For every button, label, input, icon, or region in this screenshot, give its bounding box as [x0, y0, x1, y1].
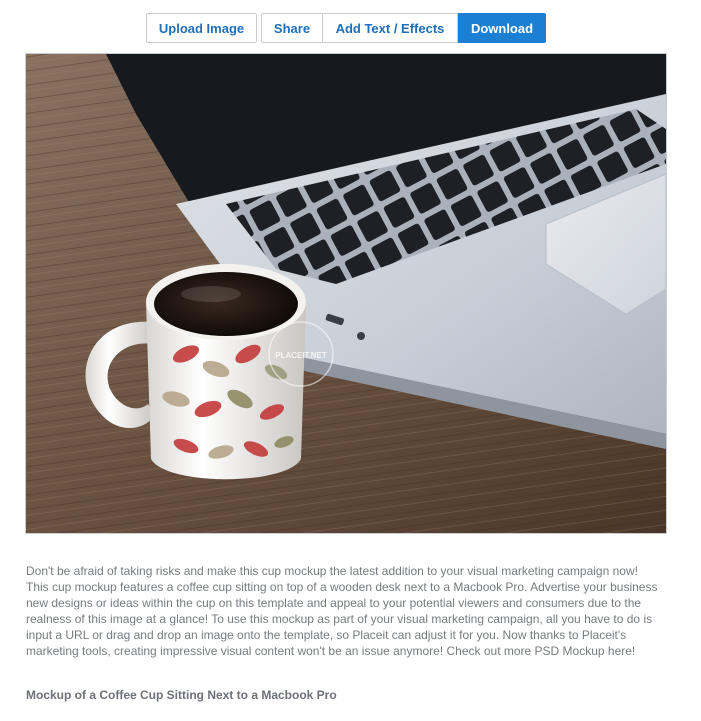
add-text-effects-button[interactable]: Add Text / Effects — [323, 13, 458, 43]
download-button[interactable]: Download — [458, 13, 546, 43]
watermark-text: PLACEIT.NET — [275, 351, 327, 360]
mockup-page: Upload Image Share Add Text / Effects Do… — [0, 0, 701, 721]
share-button[interactable]: Share — [261, 13, 323, 43]
toolbar: Upload Image Share Add Text / Effects Do… — [146, 13, 546, 43]
mockup-description: Don't be afraid of taking risks and make… — [26, 564, 658, 658]
coffee-cup-laptop-photo: PLACEIT.NET — [26, 54, 666, 533]
upload-image-button[interactable]: Upload Image — [146, 13, 257, 43]
mockup-image[interactable]: PLACEIT.NET — [25, 53, 667, 534]
mockup-caption: Mockup of a Coffee Cup Sitting Next to a… — [26, 688, 337, 702]
